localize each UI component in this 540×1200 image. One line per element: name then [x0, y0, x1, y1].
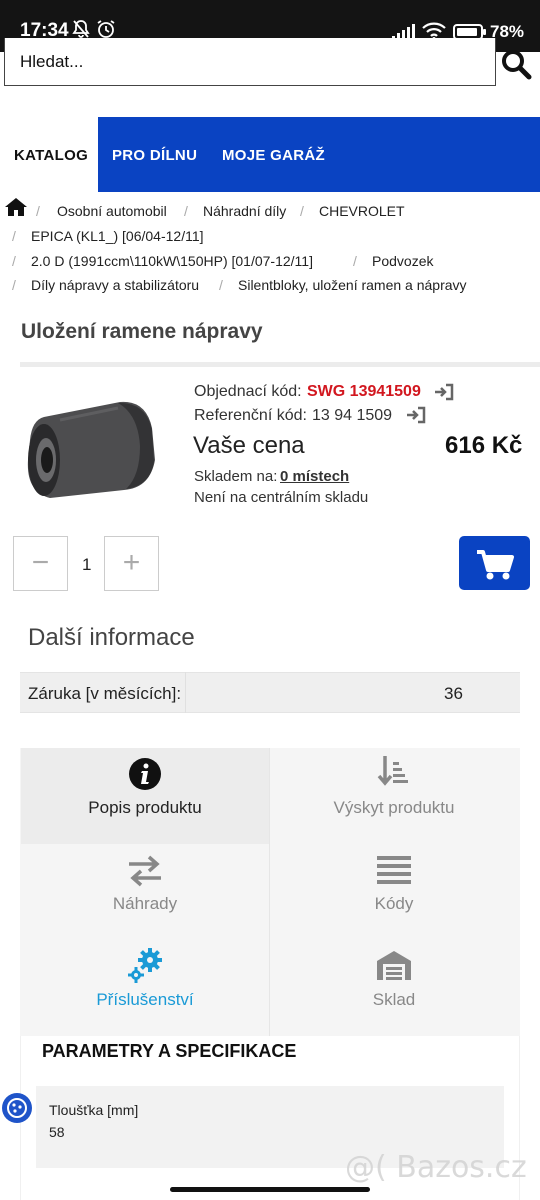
breadcrumb-separator: /	[353, 253, 357, 269]
breadcrumb-separator: /	[12, 253, 16, 269]
nav-tab-katalog[interactable]: KATALOG	[14, 147, 88, 164]
home-icon[interactable]	[4, 197, 28, 217]
breadcrumb-item[interactable]: 2.0 D (1991ccm\110kW\150HP) [01/07-12/11…	[31, 253, 313, 269]
quantity-plus-button[interactable]: +	[104, 536, 159, 591]
breadcrumb-item[interactable]: Podvozek	[372, 253, 433, 269]
param-value: 58	[49, 1124, 65, 1140]
list-icon	[377, 856, 411, 884]
gears-icon	[128, 948, 162, 983]
price-label: Vaše cena	[193, 432, 305, 459]
cookie-icon	[7, 1098, 27, 1118]
search-input[interactable]: Hledat...	[4, 38, 496, 86]
quantity-minus-button[interactable]: −	[13, 536, 68, 591]
warranty-label: Záruka [v měsících]:	[28, 684, 182, 703]
tab-nahrady[interactable]: Náhrady	[21, 844, 269, 940]
more-info-title: Další informace	[28, 624, 195, 651]
stock-label: Skladem na:	[194, 468, 278, 485]
warranty-value: 36	[444, 684, 463, 703]
tab-prislusenstvi[interactable]: Příslušenství	[21, 940, 269, 1036]
breadcrumb-separator: /	[12, 228, 16, 244]
breadcrumb-item[interactable]: Náhradní díly	[203, 203, 286, 219]
ref-code-label: Referenční kód:	[194, 407, 307, 424]
product-image[interactable]	[0, 380, 180, 518]
tab-label: Výskyt produktu	[333, 798, 455, 817]
info-icon	[129, 758, 161, 790]
tab-sklad[interactable]: Sklad	[270, 940, 518, 1036]
price-value: 616 Kč	[445, 432, 523, 459]
order-code-label: Objednací kód:	[194, 383, 302, 400]
sort-icon	[377, 756, 408, 786]
tab-label: Náhrady	[112, 894, 178, 913]
watermark: @( Bazos.cz	[345, 1150, 527, 1185]
breadcrumb-item[interactable]: Silentbloky, uložení ramen a nápravy	[238, 277, 467, 293]
stock-link[interactable]: 0 místech	[280, 468, 349, 485]
breadcrumb-separator: /	[184, 203, 188, 219]
order-code: SWG 13941509	[307, 383, 421, 400]
home-indicator[interactable]	[170, 1187, 370, 1192]
alarm-icon	[97, 20, 115, 38]
title-divider	[20, 362, 540, 367]
search-placeholder: Hledat...	[20, 52, 84, 71]
tab-label: Popis produktu	[88, 798, 202, 817]
cookie-settings-button[interactable]	[2, 1093, 32, 1123]
param-label: Tloušťka [mm]	[49, 1102, 139, 1118]
warehouse-icon	[377, 951, 411, 980]
exchange-icon	[129, 855, 161, 887]
breadcrumb-item[interactable]: Díly nápravy a stabilizátoru	[31, 277, 199, 293]
nav-tab-moje-garaz[interactable]: MOJE GARÁŽ	[222, 147, 325, 164]
tab-label: Kódy	[374, 894, 414, 913]
cart-icon	[477, 550, 514, 580]
tab-kody[interactable]: Kódy	[270, 844, 518, 940]
ref-code: 13 94 1509	[312, 407, 393, 424]
nav-tab-pro-dilnu[interactable]: PRO DÍLNU	[112, 147, 197, 164]
info-row: Záruka [v měsících]: 36	[20, 672, 520, 713]
breadcrumb-item[interactable]: EPICA (KL1_) [06/04-12/11]	[31, 228, 204, 244]
info-divider	[185, 672, 186, 713]
tab-vyskyt-produktu[interactable]: Výskyt produktu	[270, 748, 518, 844]
copy-arrow-icon[interactable]	[434, 383, 454, 401]
central-stock-text: Není na centrálním skladu	[194, 489, 369, 506]
page-title: Uložení ramene nápravy	[21, 320, 263, 343]
tab-label: Příslušenství	[96, 990, 194, 1009]
breadcrumb-separator: /	[219, 277, 223, 293]
breadcrumb-separator: /	[36, 203, 40, 219]
quantity-value[interactable]: 1	[82, 555, 91, 575]
tab-popis-produktu[interactable]: Popis produktu	[21, 748, 269, 844]
tab-label: Sklad	[372, 990, 416, 1009]
add-to-cart-button[interactable]	[459, 536, 530, 590]
breadcrumb-separator: /	[12, 277, 16, 293]
breadcrumb-item[interactable]: CHEVROLET	[319, 203, 405, 219]
bell-off-icon	[72, 20, 90, 38]
params-title: PARAMETRY A SPECIFIKACE	[42, 1041, 297, 1061]
search-icon[interactable]	[500, 48, 532, 80]
breadcrumb-item[interactable]: Osobní automobil	[57, 203, 167, 219]
copy-arrow-icon[interactable]	[406, 406, 426, 424]
breadcrumb-separator: /	[300, 203, 304, 219]
